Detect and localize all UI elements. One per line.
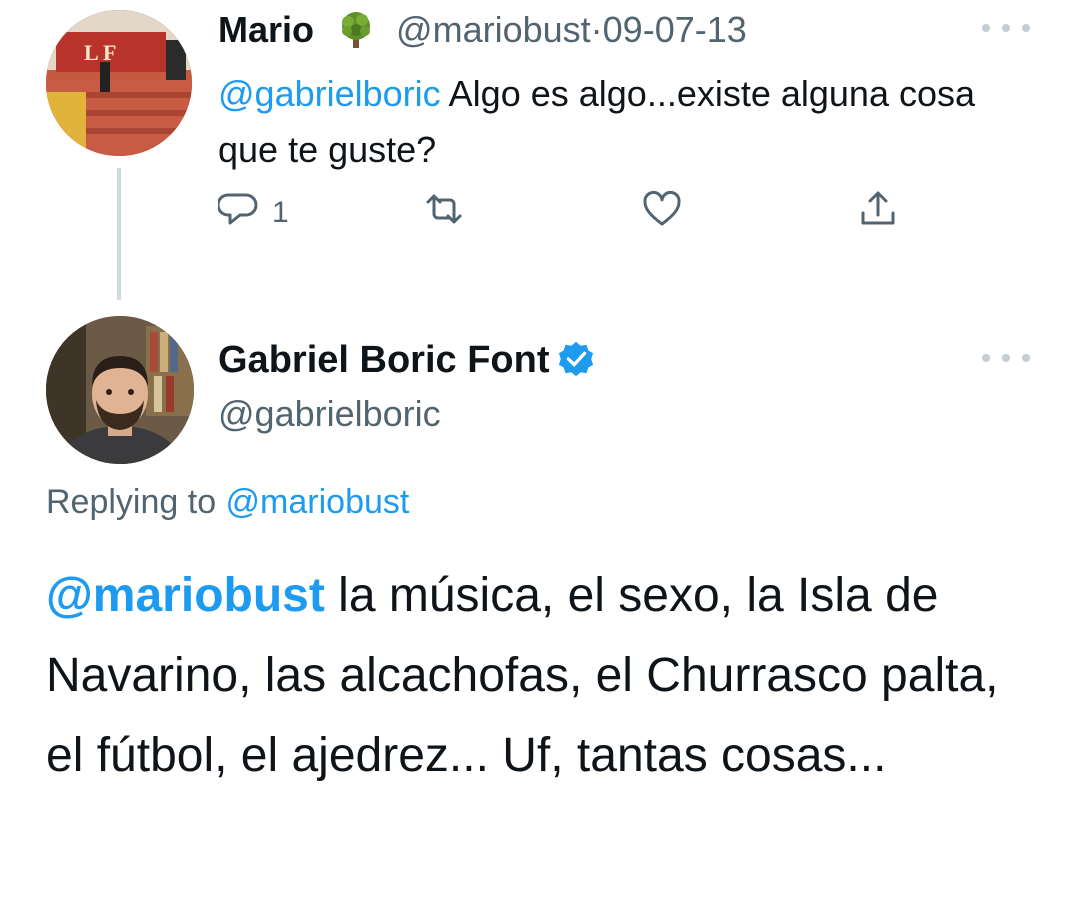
replying-to-line: Replying to @mariobust (46, 478, 409, 526)
more-options-icon[interactable] (982, 18, 1030, 38)
reply-count: 1 (272, 196, 289, 229)
retweet-button[interactable] (424, 188, 464, 238)
tweet1-separator: · (590, 9, 603, 50)
tweet2-text: @mariobust la música, el sexo, la Isla d… (46, 556, 1046, 796)
tweet1-text: @gabrielboric Algo es algo...existe algu… (218, 66, 1038, 178)
retweet-icon (424, 189, 464, 237)
tree-emoji-icon (336, 10, 376, 50)
tweet1-handle[interactable]: @mariobust (396, 9, 591, 50)
like-icon (642, 189, 682, 237)
tweet2-handle[interactable]: @gabrielboric (218, 390, 441, 438)
share-button[interactable] (858, 188, 898, 238)
tweet2-display-name[interactable]: Gabriel Boric Font (218, 339, 549, 381)
more-options-icon[interactable] (982, 348, 1030, 368)
tweet1-action-bar: 1 (216, 188, 918, 238)
avatar-mario-image: L F (46, 10, 192, 156)
reply-icon (216, 189, 258, 237)
verified-badge-icon (549, 339, 595, 381)
share-icon (858, 189, 898, 237)
avatar-boric[interactable] (46, 316, 194, 464)
avatar-mario[interactable]: L F (46, 10, 192, 156)
thread-connector-line (117, 168, 121, 300)
avatar-sign-text: L F (84, 40, 116, 65)
avatar-boric-image (46, 316, 194, 464)
tweet1-mention[interactable]: @gabrielboric (218, 73, 441, 114)
like-button[interactable] (642, 188, 682, 238)
tweet2-display-name-row: Gabriel Boric Font (218, 336, 595, 384)
tweet1-display-name[interactable]: Mario (218, 9, 314, 50)
tweet1-header: Mario @mariobust·09-07-13 (218, 6, 747, 54)
replying-handle-link[interactable]: @mariobust (226, 483, 410, 521)
tweet2-mention[interactable]: @mariobust (46, 569, 325, 622)
tweet1-date[interactable]: 09-07-13 (603, 9, 747, 50)
replying-prefix: Replying to (46, 483, 226, 521)
reply-button[interactable]: 1 (216, 188, 289, 238)
